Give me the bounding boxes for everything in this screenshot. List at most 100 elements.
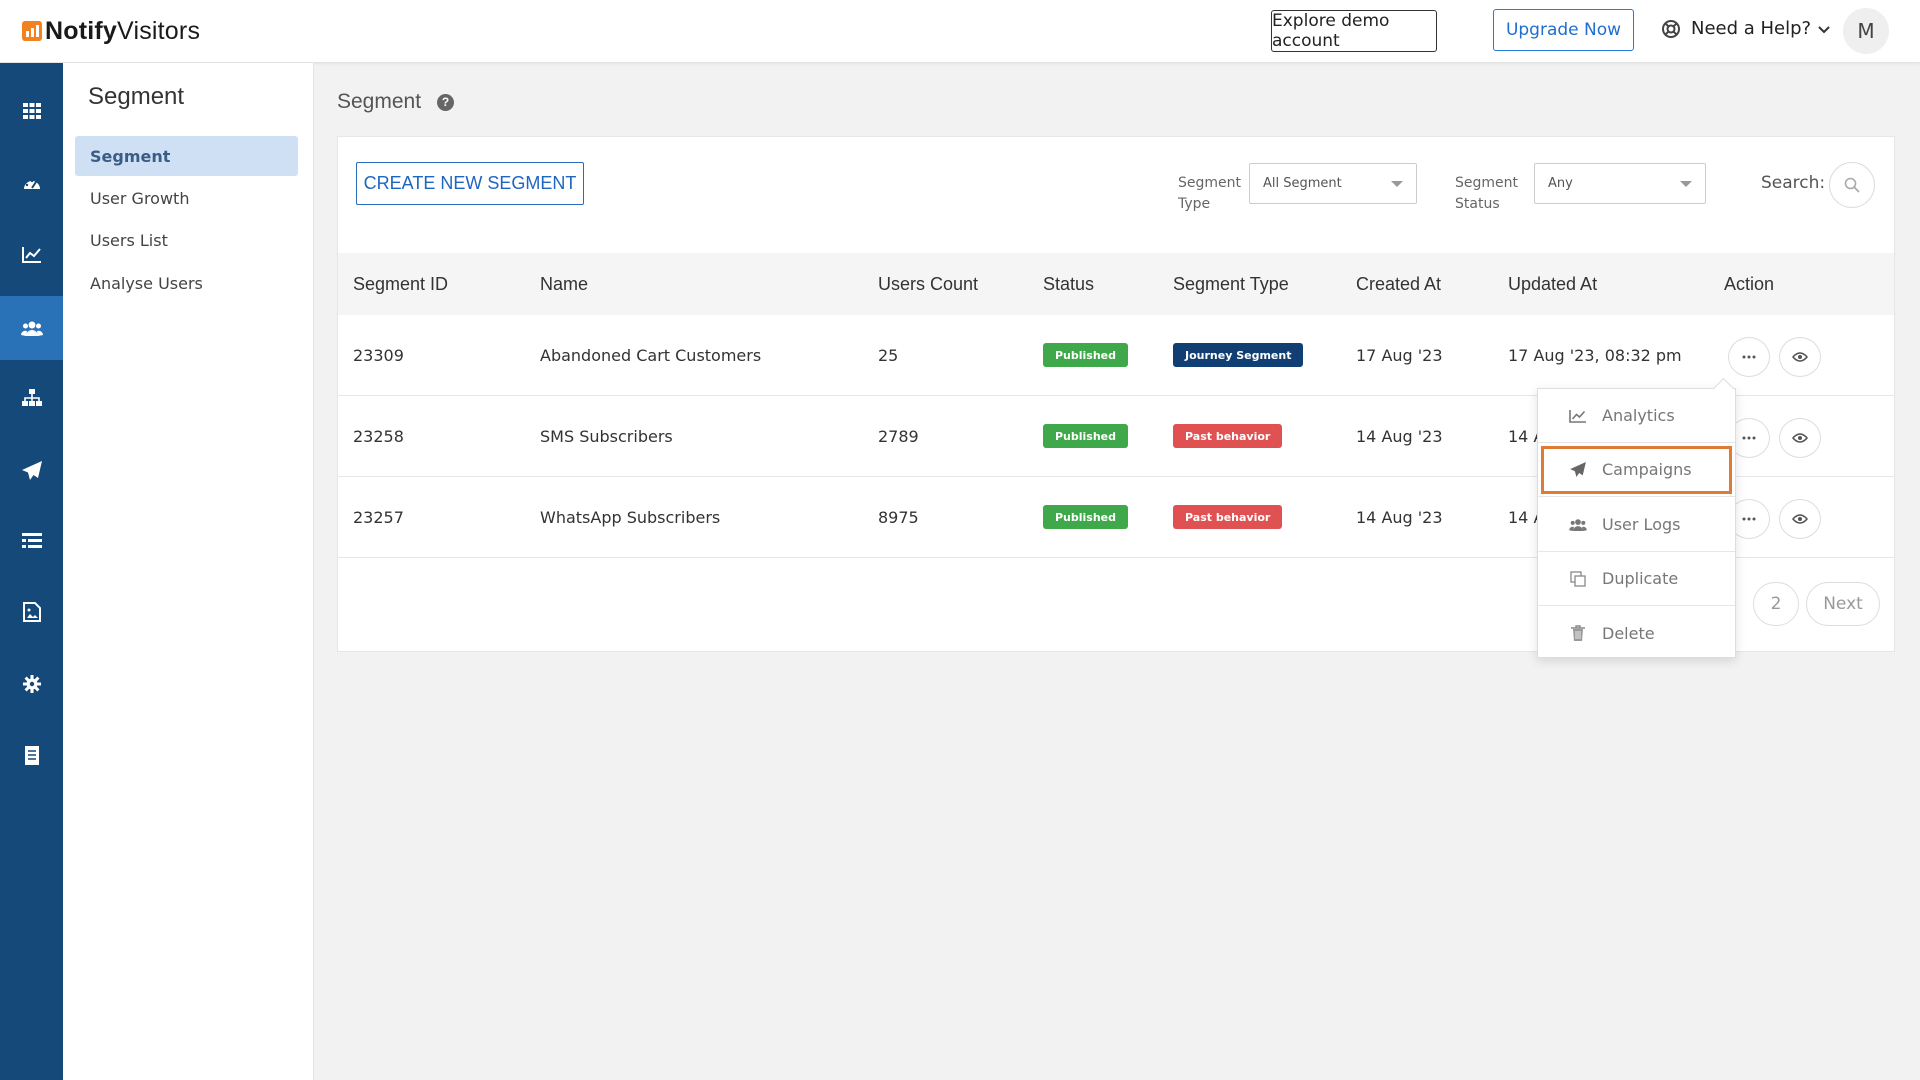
explore-demo-button[interactable]: Explore demo account bbox=[1271, 10, 1437, 52]
status-badge-cell: Published bbox=[1043, 315, 1129, 395]
segment-type-cell: Past behavior bbox=[1173, 477, 1283, 557]
segment-type-badge: Past behavior bbox=[1173, 424, 1283, 448]
menu-item-label: Analytics bbox=[1602, 406, 1675, 425]
cell-users-count: 8975 bbox=[878, 507, 919, 527]
menu-item-analytics[interactable]: Analytics bbox=[1538, 389, 1735, 443]
menu-item-delete[interactable]: Delete bbox=[1538, 606, 1735, 660]
notifyvisitors-logo[interactable]: NotifyVisitors bbox=[22, 16, 200, 46]
caret-down-icon bbox=[1391, 181, 1403, 187]
icon-rail bbox=[0, 63, 63, 1080]
segment-type-badge: Past behavior bbox=[1173, 505, 1283, 529]
subnav-item-users-list[interactable]: Users List bbox=[75, 220, 298, 260]
segment-status-select[interactable]: Any bbox=[1534, 163, 1706, 204]
view-button[interactable] bbox=[1779, 499, 1821, 539]
image-doc-icon[interactable] bbox=[0, 581, 63, 643]
subnav-item-segment[interactable]: Segment bbox=[75, 136, 298, 176]
col-created-at[interactable]: Created At bbox=[1356, 253, 1441, 315]
document-icon[interactable] bbox=[0, 724, 63, 786]
search-icon bbox=[1844, 177, 1860, 193]
settings-icon[interactable] bbox=[0, 653, 63, 715]
status-badge: Published bbox=[1043, 343, 1129, 367]
send-icon bbox=[1569, 462, 1587, 477]
line-chart-icon bbox=[1569, 409, 1587, 423]
eye-icon bbox=[1792, 514, 1808, 524]
segment-type-select[interactable]: All Segment bbox=[1249, 163, 1417, 204]
cell-updated-at: 17 Aug '23, 08:32 pm bbox=[1508, 345, 1682, 365]
menu-item-user-logs[interactable]: User Logs bbox=[1538, 498, 1735, 552]
cell-segment-id: 23258 bbox=[353, 426, 404, 446]
page-title-text: Segment bbox=[337, 90, 422, 113]
help-lifebuoy-icon bbox=[1661, 19, 1681, 39]
send-icon[interactable] bbox=[0, 439, 63, 501]
chart-icon[interactable] bbox=[0, 223, 63, 285]
col-updated-at[interactable]: Updated At bbox=[1508, 253, 1597, 315]
segment-status-value: Any bbox=[1548, 176, 1573, 191]
hierarchy-icon[interactable] bbox=[0, 367, 63, 429]
status-badge-cell: Published bbox=[1043, 477, 1129, 557]
col-segment-id[interactable]: Segment ID bbox=[353, 253, 448, 315]
segment-type-cell: Journey Segment bbox=[1173, 315, 1304, 395]
table-row: 23309 Abandoned Cart Customers 25 Publis… bbox=[338, 315, 1894, 396]
menu-item-duplicate[interactable]: Duplicate bbox=[1538, 552, 1735, 606]
col-users-count[interactable]: Users Count bbox=[878, 253, 978, 315]
menu-item-campaigns[interactable]: Campaigns bbox=[1538, 443, 1735, 497]
logo-mark-icon bbox=[22, 21, 42, 41]
cell-name[interactable]: Abandoned Cart Customers bbox=[540, 315, 761, 395]
status-badge: Published bbox=[1043, 505, 1129, 529]
ellipsis-icon bbox=[1742, 517, 1756, 521]
col-status[interactable]: Status bbox=[1043, 253, 1094, 315]
cell-created-at: 14 Aug '23 bbox=[1356, 507, 1443, 527]
search-button[interactable] bbox=[1829, 162, 1875, 208]
segment-type-value: All Segment bbox=[1263, 176, 1342, 191]
col-segment-type[interactable]: Segment Type bbox=[1173, 253, 1289, 315]
list-icon[interactable] bbox=[0, 510, 63, 572]
segment-type-label-line1: Segment bbox=[1178, 175, 1241, 191]
grid-icon[interactable] bbox=[0, 80, 63, 142]
help-menu[interactable]: Need a Help? bbox=[1661, 18, 1830, 39]
view-button[interactable] bbox=[1779, 418, 1821, 458]
col-name[interactable]: Name bbox=[540, 253, 588, 315]
view-button[interactable] bbox=[1779, 337, 1821, 377]
top-header: NotifyVisitors Explore demo account Upgr… bbox=[0, 0, 1920, 63]
segment-status-label-line1: Segment bbox=[1455, 175, 1518, 191]
eye-icon bbox=[1792, 433, 1808, 443]
pagination-page-2[interactable]: 2 bbox=[1753, 582, 1799, 626]
ellipsis-icon bbox=[1742, 355, 1756, 359]
subnav-title: Segment bbox=[88, 83, 185, 110]
segment-type-badge: Journey Segment bbox=[1173, 343, 1304, 367]
logo-text: NotifyVisitors bbox=[45, 16, 201, 45]
status-badge: Published bbox=[1043, 424, 1129, 448]
cell-users-count: 25 bbox=[878, 345, 899, 365]
menu-item-label: User Logs bbox=[1602, 515, 1681, 534]
menu-item-label: Duplicate bbox=[1602, 569, 1679, 588]
menu-item-label: Campaigns bbox=[1602, 460, 1692, 479]
pagination-next-button[interactable]: Next bbox=[1806, 582, 1880, 626]
table-header: Segment ID Name Users Count Status Segme… bbox=[338, 253, 1894, 315]
cell-name[interactable]: WhatsApp Subscribers bbox=[540, 477, 720, 557]
chevron-down-icon bbox=[1818, 18, 1830, 39]
page-title: Segment ? bbox=[337, 90, 455, 114]
trash-icon bbox=[1569, 624, 1587, 642]
cell-name[interactable]: SMS Subscribers bbox=[540, 396, 673, 476]
col-action: Action bbox=[1724, 273, 1775, 294]
users-icon bbox=[1569, 518, 1587, 531]
help-label: Need a Help? bbox=[1691, 18, 1812, 39]
segment-action-menu: Analytics Campaigns User Logs Duplicate … bbox=[1537, 388, 1736, 658]
more-actions-button[interactable] bbox=[1728, 337, 1770, 377]
eye-icon bbox=[1792, 352, 1808, 362]
segment-status-label: Segment Status bbox=[1455, 173, 1518, 215]
dashboard-icon[interactable] bbox=[0, 152, 63, 214]
cell-created-at: 17 Aug '23 bbox=[1356, 345, 1443, 365]
copy-icon bbox=[1569, 570, 1587, 587]
users-icon[interactable] bbox=[0, 296, 63, 360]
caret-down-icon bbox=[1680, 181, 1692, 187]
upgrade-now-button[interactable]: Upgrade Now bbox=[1493, 9, 1634, 51]
menu-item-label: Delete bbox=[1602, 623, 1655, 643]
subnav-item-analyse-users[interactable]: Analyse Users bbox=[75, 263, 298, 303]
user-avatar[interactable]: M bbox=[1843, 8, 1889, 54]
segment-status-label-line2: Status bbox=[1455, 196, 1500, 212]
create-new-segment-button[interactable]: CREATE NEW SEGMENT bbox=[356, 162, 584, 205]
help-question-icon[interactable]: ? bbox=[437, 93, 455, 111]
subnav-item-user-growth[interactable]: User Growth bbox=[75, 178, 298, 218]
cell-segment-id: 23257 bbox=[353, 507, 404, 527]
